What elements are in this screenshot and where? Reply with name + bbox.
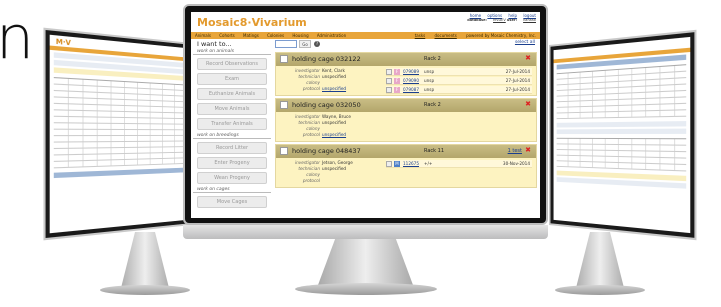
app-logo: Mosaic8·Vivarium [197, 16, 307, 29]
sex-icon: F [394, 87, 400, 93]
animal-genotype: unsp [424, 87, 435, 92]
cage-card-header: holding cage 032122 Rack 2 ✖ [276, 53, 536, 66]
go-button[interactable]: Go [299, 40, 311, 48]
cage-details: investigator Wayne, Bruce technician unspec… [276, 112, 536, 141]
action-section-label: work on animals [193, 49, 271, 55]
top-links: home options help logout database: MVDEV… [465, 13, 536, 23]
cage-protocol: protocol [302, 178, 320, 183]
cage-test-link[interactable]: 1 test [508, 148, 522, 154]
menu-animals[interactable]: Animals [195, 33, 211, 38]
animal-id-link[interactable]: 079087 [403, 86, 419, 94]
monitor-stand [318, 239, 413, 285]
animal-checkbox[interactable] [386, 87, 392, 93]
animal-checkbox[interactable] [386, 69, 392, 75]
menu-matings[interactable]: Matings [243, 33, 259, 38]
cage-details: investigator Jetson, George technician unsp… [276, 158, 536, 187]
cage-card: holding cage 048437 Rack 11 1 test ✖ investi… [275, 144, 537, 188]
remove-cage-icon[interactable]: ✖ [525, 54, 531, 62]
marketing-stage: n M·V Mosaic8·Vivarium home options help… [0, 0, 721, 307]
cage-checkbox[interactable] [280, 147, 288, 155]
menu-tasks[interactable]: tasks [415, 33, 426, 38]
monitor-base [295, 283, 437, 295]
animal-checkbox[interactable] [386, 78, 392, 84]
action-section-label: work on cages [193, 187, 271, 193]
cage-title: holding cage 032050 [292, 101, 361, 109]
help-icon[interactable]: ? [314, 41, 320, 47]
cage-title: holding cage 032122 [292, 55, 361, 63]
action-panel-title: I want to... [197, 40, 232, 48]
remove-cage-icon[interactable]: ✖ [525, 100, 531, 108]
animal-checkbox[interactable] [386, 161, 392, 167]
right-monitor-screen [553, 36, 691, 234]
sex-icon: F [394, 78, 400, 84]
animal-row: F 079087 unsp 27-Jul-2014 [386, 86, 532, 94]
mini-table [53, 77, 186, 169]
wean-progeny-button[interactable]: Wean Progeny [197, 172, 267, 184]
menu-cohorts[interactable]: Cohorts [219, 33, 235, 38]
action-section-label: work on breedings [193, 133, 271, 139]
animal-date: 27-Jul-2014 [505, 87, 530, 92]
animal-genotype: unsp [424, 78, 435, 83]
animal-row: F 079089 unsp 27-Jul-2014 [386, 68, 532, 76]
center-monitor: Mosaic8·Vivarium home options help logou… [183, 4, 548, 225]
record-litter-button[interactable]: Record Litter [197, 142, 267, 154]
main-menu: Animals Cohorts Matings Colonies Housing… [191, 32, 540, 39]
sex-icon: M [394, 161, 400, 167]
animal-row: M 112675 +/+ 30-Nov-2014 [386, 160, 532, 168]
animal-id-link[interactable]: 079089 [403, 68, 419, 76]
cage-checkbox[interactable] [280, 101, 288, 109]
animal-id-link[interactable]: 079090 [403, 77, 419, 85]
exam-button[interactable]: Exam [197, 73, 267, 85]
left-monitor: M·V [43, 27, 193, 241]
remove-cage-icon[interactable]: ✖ [525, 146, 531, 154]
cage-list-panel: Go ? select all holding cage 032122 Rack … [275, 40, 537, 218]
euthanize-animals-button[interactable]: Euthanize Animals [197, 88, 267, 100]
cage-card-header: holding cage 032050 Rack 2 ✖ [276, 99, 536, 112]
enter-progeny-button[interactable]: Enter Progeny [197, 157, 267, 169]
animal-genotype: unsp [424, 69, 435, 74]
menu-housing[interactable]: Housing [292, 33, 308, 38]
cage-rack: Rack 2 [424, 56, 441, 62]
cage-card: holding cage 032050 Rack 2 ✖ investigator Wa… [275, 98, 537, 142]
transfer-animals-button[interactable]: Transfer Animals [197, 118, 267, 130]
menu-colonies[interactable]: Colonies [267, 33, 284, 38]
right-monitor [549, 29, 697, 241]
db-info: database: MVDEV user: nanasti [467, 18, 536, 22]
heading-fragment: n [0, 3, 35, 73]
animal-row: F 079090 unsp 27-Jul-2014 [386, 77, 532, 85]
cage-protocol: protocol unspecified [302, 132, 347, 137]
menu-administration[interactable]: Administration [317, 33, 346, 38]
cage-details: investigator Kent, Clark technician unspeci… [276, 66, 536, 95]
cage-rack: Rack 2 [424, 102, 441, 108]
sex-icon: F [394, 69, 400, 75]
animal-date: 30-Nov-2014 [502, 161, 530, 166]
search-bar: Go ? select all [275, 40, 537, 50]
animal-date: 27-Jul-2014 [505, 69, 530, 74]
powered-by: powered by Mosaic Chemistry, Inc. [466, 33, 536, 38]
animal-genotype: +/+ [424, 161, 433, 166]
cage-rack: Rack 11 [424, 148, 445, 154]
app-header: Mosaic8·Vivarium home options help logou… [191, 12, 540, 32]
select-all-link[interactable]: select all [515, 40, 535, 45]
animal-date: 27-Jul-2014 [505, 78, 530, 83]
cage-title: holding cage 048437 [292, 147, 361, 155]
cage-card-header: holding cage 048437 Rack 11 1 test ✖ [276, 145, 536, 158]
move-cages-button[interactable]: Move Cages [197, 196, 267, 208]
record-observations-button[interactable]: Record Observations [197, 58, 267, 70]
animal-id-link[interactable]: 112675 [403, 160, 419, 168]
cage-card: holding cage 032122 Rack 2 ✖ investigator Ke… [275, 52, 537, 96]
app-screen: Mosaic8·Vivarium home options help logou… [191, 12, 540, 218]
cage-animals: M 112675 +/+ 30-Nov-2014 [386, 160, 532, 169]
cage-animals: F 079089 unsp 27-Jul-2014 F 079090 unsp 27-Jul-… [386, 68, 532, 95]
left-monitor-screen: M·V [49, 34, 189, 234]
menu-documents[interactable]: documents [435, 33, 457, 38]
move-animals-button[interactable]: Move Animals [197, 103, 267, 115]
cage-search-input[interactable] [275, 40, 297, 48]
action-panel: I want to... work on animals Record Obser… [193, 40, 271, 218]
cage-checkbox[interactable] [280, 55, 288, 63]
mini-logo: M·V [55, 37, 71, 48]
monitor-chin [183, 225, 548, 239]
